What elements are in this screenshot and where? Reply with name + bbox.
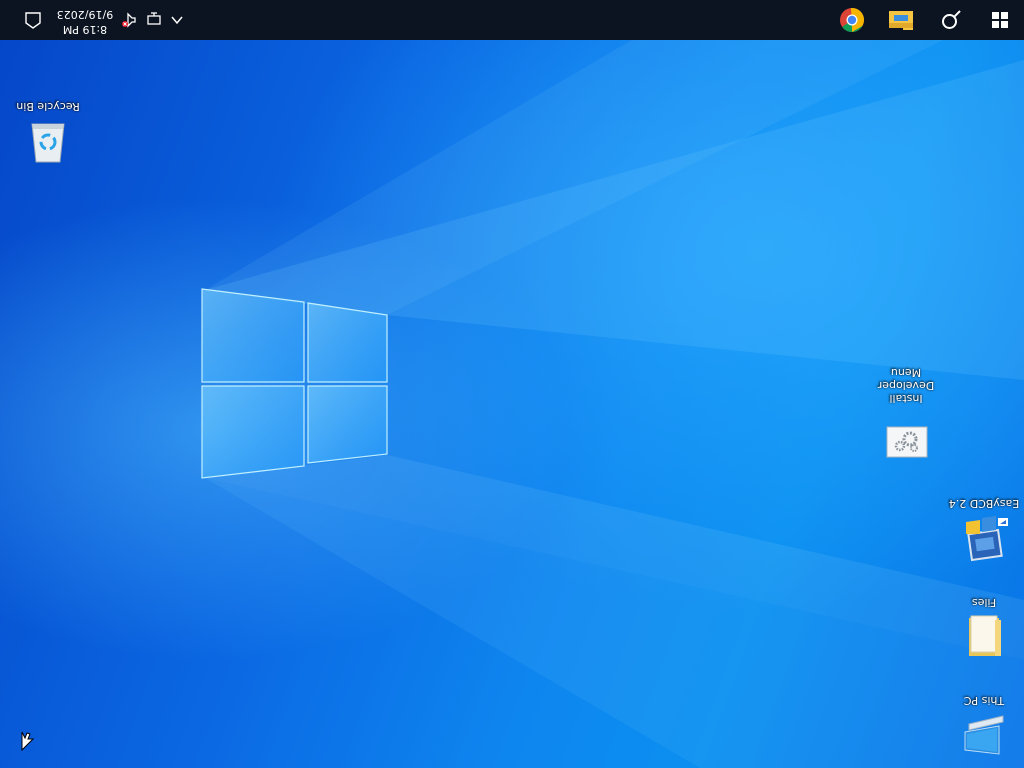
desktop-icon-this-pc[interactable]: This PC bbox=[944, 690, 1024, 762]
desktop-icon-install-developer-menu[interactable]: Install Developer Menu bbox=[866, 364, 946, 460]
taskbar-search[interactable] bbox=[930, 0, 972, 40]
desktop-icon-files[interactable]: Files bbox=[944, 592, 1024, 664]
show-hidden-icons-button[interactable] bbox=[166, 0, 188, 40]
recycle-bin-icon bbox=[31, 123, 65, 163]
desktop-icon-label: EasyBCD 2.4 bbox=[948, 497, 1020, 510]
computer-icon bbox=[964, 715, 1004, 755]
settings-gear-icon bbox=[886, 426, 928, 458]
file-explorer-icon bbox=[889, 11, 913, 30]
taskbar-chrome[interactable] bbox=[832, 0, 872, 40]
desktop-icon-easybcd[interactable]: EasyBCD 2.4 bbox=[944, 492, 1024, 568]
volume-button[interactable] bbox=[118, 0, 140, 40]
search-icon bbox=[942, 10, 961, 29]
desktop-icon-label: Files bbox=[971, 596, 997, 609]
taskbar: 8:19 PM 9/19/2023 bbox=[0, 0, 1024, 40]
windows-start-icon bbox=[992, 12, 1008, 28]
mouse-cursor-icon bbox=[21, 731, 34, 751]
taskbar-file-explorer[interactable] bbox=[880, 0, 922, 40]
action-center-button[interactable] bbox=[14, 0, 52, 40]
clock-time: 8:19 PM bbox=[62, 23, 108, 36]
desktop[interactable]: Recycle Bin Install Developer Menu EasyB… bbox=[0, 0, 1024, 768]
desktop-icon-label: Recycle Bin bbox=[16, 100, 80, 113]
easybcd-icon bbox=[966, 516, 1008, 562]
network-button[interactable] bbox=[142, 0, 164, 40]
desktop-icon-label: This PC bbox=[963, 694, 1005, 707]
desktop-icon-label: Install Developer Menu bbox=[877, 366, 935, 405]
chevron-down-icon bbox=[171, 16, 183, 25]
action-center-icon bbox=[25, 12, 41, 29]
desktop-icon-recycle-bin[interactable]: Recycle Bin bbox=[8, 96, 88, 168]
network-icon bbox=[147, 12, 161, 25]
clock-date: 9/19/2023 bbox=[56, 8, 114, 21]
start-button[interactable] bbox=[980, 0, 1020, 40]
folder-icon bbox=[969, 615, 1001, 656]
chrome-icon bbox=[840, 8, 864, 33]
windows-logo-wallpaper bbox=[201, 288, 388, 479]
volume-muted-icon bbox=[122, 12, 136, 28]
taskbar-clock[interactable]: 8:19 PM 9/19/2023 bbox=[52, 3, 118, 37]
